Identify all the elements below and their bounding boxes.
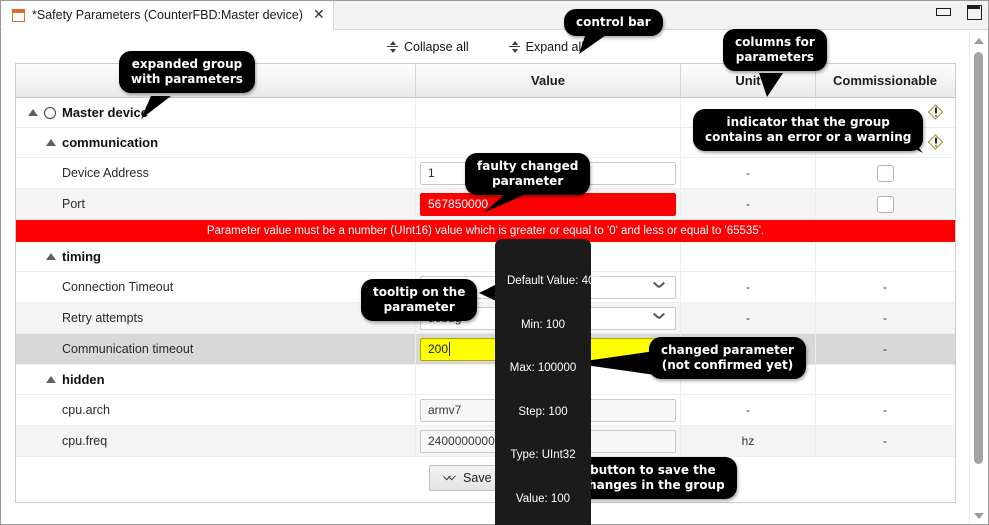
parameter-name-cell: Port [16,189,416,219]
group-name-cell: communication [16,128,416,157]
tooltip-default-value: Default Value: 400 [507,275,601,287]
group-commissionable-cell [816,242,954,271]
scroll-down-button[interactable] [970,507,987,524]
save-bar: Save group [16,457,955,499]
minimize-button[interactable] [934,3,951,20]
parameter-tooltip: Default Value: 400 Min: 100 Max: 100000 … [495,239,601,525]
commissionable-checkbox[interactable] [876,195,894,213]
table-row[interactable]: cpu.arch armv7 - - [16,395,955,426]
callout-columns-for-parameters: columns for parameters [723,29,827,71]
parameter-commissionable-cell: - [883,434,887,448]
vertical-scrollbar[interactable] [969,32,986,524]
group-value-cell [416,98,681,127]
document-tab-safety-parameters[interactable]: *Safety Parameters (CounterFBD:Master de… [2,1,334,30]
communication-timeout-value: 200 [428,342,449,356]
tooltip-min: Min: 100 [520,318,566,331]
group-row-hidden[interactable]: hidden [16,365,955,395]
collapse-icon [387,40,398,53]
tooltip-step: Step: 100 [518,405,568,418]
collapse-triangle-icon[interactable] [46,139,56,146]
chevron-down-icon [654,313,665,324]
group-label: communication [62,135,159,150]
column-header-value[interactable]: Value [416,64,681,97]
callout-changed-parameter: changed parameter (not confirmed yet) [649,337,806,379]
parameter-unit-cell: - [681,272,816,302]
callout-control-bar: control bar [564,9,663,36]
group-label: timing [62,249,101,264]
scrollbar-thumb[interactable] [974,52,983,464]
chevron-down-icon [654,282,665,293]
group-commissionable-cell [816,365,954,394]
collapse-triangle-icon[interactable] [46,376,56,383]
group-unit-cell [681,242,816,271]
parameter-unit-cell: hz [681,426,816,456]
callout-faulty-parameter: faulty changed parameter [465,153,591,195]
close-icon[interactable]: ✕ [313,8,325,22]
table-row[interactable]: Communication timeout 200 - [16,334,955,365]
collapse-triangle-icon[interactable] [28,109,38,116]
scroll-up-button[interactable] [970,32,987,49]
collapse-triangle-icon[interactable] [46,253,56,260]
window-buttons [934,3,982,20]
radio-icon[interactable] [44,106,56,119]
group-name-cell: timing [16,242,416,271]
parameter-name-cell: cpu.arch [16,395,416,425]
tab-title: *Safety Parameters (CounterFBD:Master de… [32,8,303,22]
tooltip-max: Max: 100000 [509,362,577,374]
table-row[interactable]: cpu.freq 2400000000 hz - [16,426,955,457]
callout-tooltip-on-parameter: tooltip on the parameter [361,279,478,321]
document-icon [12,8,25,22]
maximize-button[interactable] [965,3,982,20]
parameter-commissionable-cell: - [883,280,887,294]
callout-group-error-indicator: indicator that the group contains an err… [693,109,924,151]
group-row-timing[interactable]: timing [16,242,955,272]
window-frame: *Safety Parameters (CounterFBD:Master de… [0,0,989,525]
warning-icon[interactable] [927,103,944,120]
application-window: *Safety Parameters (CounterFBD:Master de… [0,0,989,525]
parameter-commissionable-cell: - [883,403,887,417]
callout-save-button: button to save the changes in the group [569,457,737,499]
tooltip-type: Type: UInt32 [510,449,576,461]
parameter-name-cell: Retry attempts [16,303,416,333]
warning-icon[interactable] [927,133,944,150]
expand-icon [508,40,520,53]
double-check-icon [444,473,457,483]
title-bar: *Safety Parameters (CounterFBD:Master de… [1,1,988,30]
tooltip-value: Value: 100 [515,492,571,505]
parameter-commissionable-cell: - [883,342,887,356]
text-cursor [449,342,451,356]
parameter-name-cell: Communication timeout [16,334,416,364]
callout-expanded-group: expanded group with parameters [119,51,255,93]
parameter-commissionable-cell: - [883,311,887,325]
collapse-all-label: Collapse all [404,39,469,54]
commissionable-checkbox[interactable] [876,164,894,182]
parameter-commissionable-cell [816,189,954,219]
parameter-name-cell: cpu.freq [16,426,416,456]
parameter-unit-cell: - [681,303,816,333]
collapse-all-button[interactable]: Collapse all [383,38,473,56]
parameter-name-cell: Connection Timeout [16,272,416,302]
parameter-name-cell: Device Address [16,158,416,188]
group-name-cell: hidden [16,365,416,394]
group-label: hidden [62,372,105,387]
parameter-unit-cell: - [681,189,816,219]
